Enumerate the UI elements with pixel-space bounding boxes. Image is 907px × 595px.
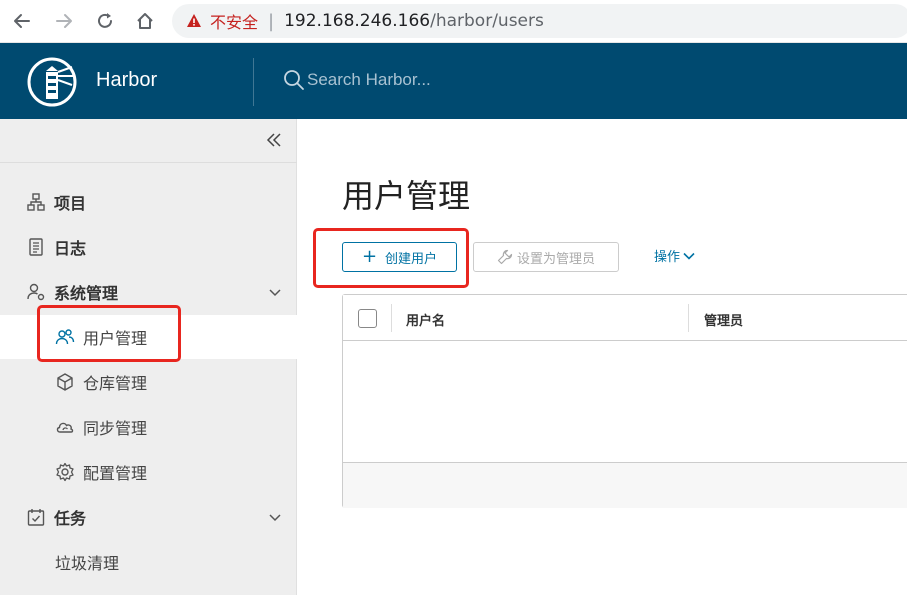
chevron-down-icon xyxy=(683,252,695,260)
column-separator xyxy=(391,304,392,332)
warning-icon xyxy=(186,13,202,29)
users-datagrid: 用户名 管理员 xyxy=(342,294,907,508)
sidebar-item-label: 垃圾清理 xyxy=(55,554,120,573)
url-separator: | xyxy=(268,10,275,32)
datagrid-header: 用户名 管理员 xyxy=(343,295,907,341)
address-bar[interactable]: 不安全 | 192.168.246.166 /harbor/users xyxy=(172,4,907,38)
brand-name[interactable]: Harbor xyxy=(96,69,157,92)
sidebar-item-label: 同步管理 xyxy=(83,419,148,438)
log-icon xyxy=(26,237,46,257)
home-icon xyxy=(137,13,153,29)
sidebar-item-users[interactable]: 用户管理 xyxy=(0,315,297,359)
gear-icon xyxy=(55,462,75,482)
actions-dropdown[interactable]: 操作 xyxy=(654,246,696,265)
double-chevron-left-icon[interactable] xyxy=(265,131,283,149)
page-title: 用户管理 xyxy=(342,177,471,215)
cloud-sync-icon xyxy=(55,417,75,437)
column-separator[interactable] xyxy=(688,304,689,332)
actions-label: 操作 xyxy=(654,250,681,265)
plus-icon: + xyxy=(361,246,378,267)
sidebar-item-system-admin[interactable]: 系统管理 xyxy=(0,270,297,314)
forward-button[interactable] xyxy=(51,8,77,34)
sidebar-item-label: 任务 xyxy=(54,509,87,528)
wrench-icon xyxy=(497,249,513,265)
arrow-left-icon xyxy=(14,14,30,28)
sidebar-item-label: 用户管理 xyxy=(83,329,148,348)
app-header: Harbor xyxy=(0,43,907,119)
sidebar-item-logs[interactable]: 日志 xyxy=(0,225,297,269)
chevron-down-icon[interactable] xyxy=(267,509,283,525)
sidebar-item-label: 系统管理 xyxy=(54,284,119,303)
search-icon xyxy=(284,70,304,90)
sidebar-item-tasks[interactable]: 任务 xyxy=(0,495,297,539)
datagrid-footer xyxy=(343,462,907,508)
reload-icon xyxy=(98,13,112,28)
sidebar-item-label: 项目 xyxy=(54,194,87,213)
set-as-admin-label: 设置为管理员 xyxy=(516,251,595,267)
arrow-right-icon xyxy=(56,14,72,28)
box-icon xyxy=(55,372,75,392)
back-button[interactable] xyxy=(9,8,35,34)
sidebar-item-garbage-collection[interactable]: 垃圾清理 xyxy=(0,540,297,584)
create-user-label: 创建用户 xyxy=(385,251,438,267)
search-input[interactable] xyxy=(307,70,507,90)
project-icon xyxy=(26,192,46,212)
column-header-admin[interactable]: 管理员 xyxy=(704,310,743,329)
url-path: /harbor/users xyxy=(430,11,544,31)
set-as-admin-button[interactable]: 设置为管理员 xyxy=(473,242,619,272)
browser-toolbar: 不安全 | 192.168.246.166 /harbor/users xyxy=(0,0,907,43)
home-button[interactable] xyxy=(132,8,158,34)
global-search[interactable] xyxy=(283,69,507,91)
header-divider xyxy=(253,58,254,106)
sidebar-item-replication[interactable]: 同步管理 xyxy=(0,405,297,449)
users-icon xyxy=(55,327,75,347)
sidebar-collapse-bar xyxy=(0,119,297,163)
chevron-down-icon[interactable] xyxy=(267,284,283,300)
url-host: 192.168.246.166 xyxy=(284,11,431,31)
sidebar-item-label: 配置管理 xyxy=(83,464,148,483)
sidebar-item-configuration[interactable]: 配置管理 xyxy=(0,450,297,494)
harbor-logo-icon[interactable] xyxy=(27,57,77,107)
sidebar: 项目 日志 系统管理 用户管理 仓库管理 同步管理 配置管理 任务 垃圾清理 xyxy=(0,119,297,595)
security-status[interactable]: 不安全 xyxy=(210,9,258,33)
sidebar-item-label: 仓库管理 xyxy=(83,374,148,393)
calendar-check-icon xyxy=(26,507,46,527)
select-all-checkbox[interactable] xyxy=(358,309,377,328)
sidebar-item-projects[interactable]: 项目 xyxy=(0,180,297,224)
main-content: 用户管理 + 创建用户 设置为管理员 操作 用户名 管理员 xyxy=(298,119,907,595)
reload-button[interactable] xyxy=(92,8,118,34)
sidebar-item-label: 日志 xyxy=(54,239,87,258)
column-header-username[interactable]: 用户名 xyxy=(406,310,445,329)
create-user-button[interactable]: + 创建用户 xyxy=(342,242,457,272)
admin-icon xyxy=(26,282,46,302)
sidebar-item-registries[interactable]: 仓库管理 xyxy=(0,360,297,404)
